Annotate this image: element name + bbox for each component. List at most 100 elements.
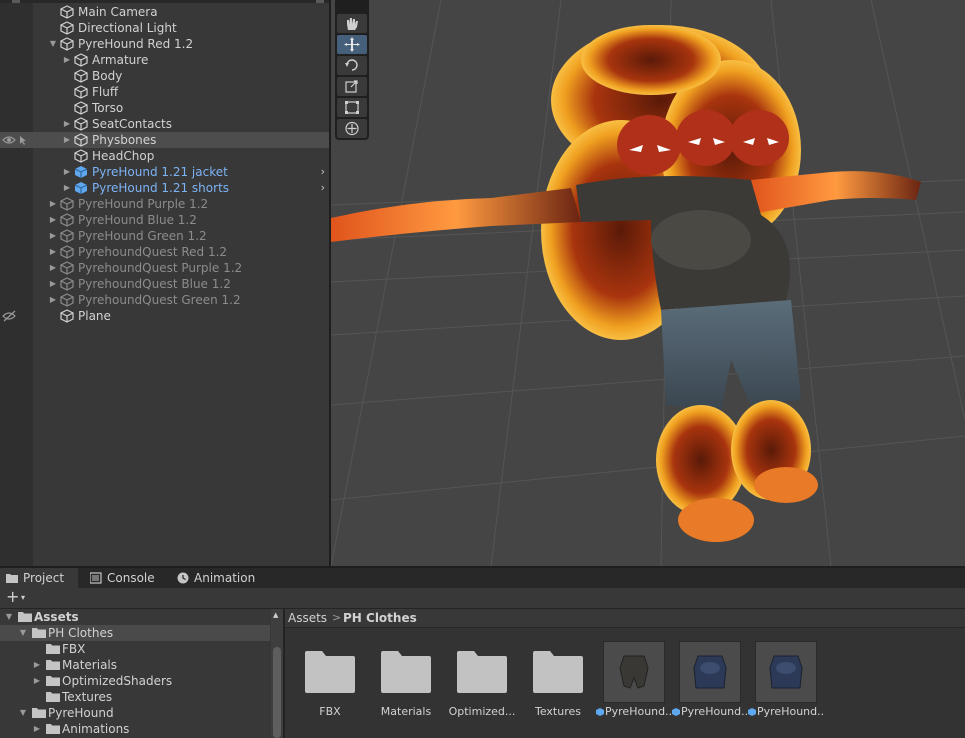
asset-folder-item[interactable]: Optimized... — [444, 641, 520, 737]
gameobject-cube-icon — [60, 309, 74, 323]
tab-project[interactable]: Project — [0, 568, 78, 588]
expand-right-icon[interactable]: ▶ — [62, 132, 72, 148]
asset-folder-item[interactable]: Materials — [368, 641, 444, 737]
hierarchy-row[interactable]: ▶ PyrehoundQuest Red 1.2 — [0, 244, 329, 260]
folder-tree-item-label: OptimizedShaders — [62, 674, 173, 688]
bottom-tab-bar: Project Console Animation — [0, 568, 965, 588]
tab-animation[interactable]: Animation — [171, 568, 261, 588]
hierarchy-row[interactable]: ▶ PyreHound Blue 1.2 — [0, 212, 329, 228]
expand-right-icon[interactable]: ▶ — [48, 292, 58, 308]
hierarchy-row-label: PyrehoundQuest Blue 1.2 — [78, 277, 231, 291]
gameobject-cube-icon — [74, 117, 88, 131]
breadcrumb-current[interactable]: PH Clothes — [343, 609, 417, 627]
create-asset-button[interactable]: + — [6, 588, 19, 606]
asset-prefab-item[interactable]: PyreHound... — [596, 641, 672, 737]
hierarchy-row[interactable]: Main Camera — [0, 4, 329, 20]
scroll-up-icon[interactable]: ▲ — [273, 611, 278, 619]
asset-name-text: Materials — [380, 705, 432, 718]
hidden-eye-icon[interactable] — [2, 308, 30, 324]
hierarchy-row[interactable]: ▶ PyrehoundQuest Purple 1.2 — [0, 260, 329, 276]
hand-tool-button[interactable] — [337, 14, 367, 33]
folder-tree-item[interactable]: Textures — [0, 689, 270, 705]
expand-right-icon[interactable]: ▶ — [32, 673, 42, 689]
expand-down-icon[interactable]: ▼ — [18, 705, 28, 721]
prefab-open-chevron-icon[interactable]: › — [321, 164, 325, 180]
hierarchy-row[interactable]: ▶ PyreHound Purple 1.2 — [0, 196, 329, 212]
asset-name: FBX — [292, 705, 368, 718]
hierarchy-toolbar-button[interactable] — [12, 0, 20, 3]
hierarchy-row[interactable]: Torso — [0, 100, 329, 116]
folder-tree-item-label: PyreHound — [48, 706, 114, 720]
hierarchy-row[interactable]: ▶ PyrehoundQuest Green 1.2 — [0, 292, 329, 308]
expand-down-icon[interactable]: ▼ — [4, 609, 14, 625]
hierarchy-row-label: PyreHound Purple 1.2 — [78, 197, 209, 211]
rotate-tool-button[interactable] — [337, 56, 367, 75]
folder-icon — [46, 660, 60, 670]
hierarchy-row[interactable]: Body — [0, 68, 329, 84]
hierarchy-row[interactable]: ▶ PyrehoundQuest Blue 1.2 — [0, 276, 329, 292]
gameobject-cube-icon — [74, 53, 88, 67]
expand-right-icon[interactable]: ▶ — [32, 721, 42, 737]
hierarchy-row[interactable]: ▶ Armature — [0, 52, 329, 68]
hierarchy-row[interactable]: Directional Light — [0, 20, 329, 36]
expand-right-icon[interactable]: ▶ — [62, 116, 72, 132]
hierarchy-row[interactable]: Plane — [0, 308, 329, 324]
hierarchy-row[interactable]: ▶ SeatContacts — [0, 116, 329, 132]
hierarchy-row[interactable]: ▶ PyreHound Green 1.2 — [0, 228, 329, 244]
hierarchy-row[interactable]: ▶ Physbones — [0, 132, 329, 148]
rect-tool-button[interactable] — [337, 98, 367, 117]
chevron-down-icon[interactable]: ▾ — [21, 588, 25, 608]
gameobject-cube-icon — [60, 21, 74, 35]
scene-view[interactable] — [331, 0, 965, 566]
hierarchy-row[interactable]: ▶ PyreHound 1.21 jacket › — [0, 164, 329, 180]
folder-tree-item[interactable]: ▶ Materials — [0, 657, 270, 673]
folder-tree-item[interactable]: ▼ PyreHound — [0, 705, 270, 721]
hierarchy-menu-button[interactable] — [316, 0, 324, 3]
breadcrumb-assets[interactable]: Assets — [288, 609, 327, 627]
scrollbar-thumb[interactable] — [273, 647, 281, 738]
folder-tree-item[interactable]: ▼ Assets — [0, 609, 270, 625]
expand-right-icon[interactable]: ▶ — [62, 164, 72, 180]
expand-right-icon[interactable]: ▶ — [48, 276, 58, 292]
move-icon — [344, 37, 360, 52]
scene-tool-palette — [335, 0, 369, 140]
expand-right-icon[interactable]: ▶ — [48, 228, 58, 244]
folder-tree-item[interactable]: ▼ PH Clothes — [0, 625, 270, 641]
folder-tree-item[interactable]: FBX — [0, 641, 270, 657]
asset-folder-item[interactable]: FBX — [292, 641, 368, 737]
folder-tree-scrollbar[interactable]: ▲ — [271, 609, 283, 738]
asset-prefab-item[interactable]: PyreHound... — [748, 641, 824, 737]
expand-right-icon[interactable]: ▶ — [48, 260, 58, 276]
tab-console[interactable]: Console — [84, 568, 166, 588]
gameobject-cube-icon — [74, 69, 88, 83]
visibility-eye-icon[interactable] — [2, 132, 30, 148]
project-folder-tree: ▼ Assets ▼ PH Clothes FBX ▶ Materials ▶ Optimize… — [0, 609, 283, 738]
expand-right-icon[interactable]: ▶ — [62, 52, 72, 68]
hierarchy-row[interactable]: ▼ PyreHound Red 1.2 — [0, 36, 329, 52]
asset-prefab-item[interactable]: PyreHound... — [672, 641, 748, 737]
hierarchy-row[interactable]: Fluff — [0, 84, 329, 100]
hierarchy-row[interactable]: HeadChop — [0, 148, 329, 164]
asset-name: PyreHound... — [596, 705, 672, 718]
expand-right-icon[interactable]: ▶ — [48, 212, 58, 228]
asset-folder-item[interactable]: Textures — [520, 641, 596, 737]
expand-right-icon[interactable]: ▶ — [62, 180, 72, 196]
expand-down-icon[interactable]: ▼ — [18, 625, 28, 641]
move-tool-button[interactable] — [337, 35, 367, 54]
expand-right-icon[interactable]: ▶ — [32, 657, 42, 673]
folder-tree-item[interactable]: ▶ Animations — [0, 721, 270, 737]
scale-tool-button[interactable] — [337, 77, 367, 96]
project-toolbar: + ▾ — [0, 588, 965, 609]
prefab-open-chevron-icon[interactable]: › — [321, 180, 325, 196]
expand-down-icon[interactable]: ▼ — [48, 36, 58, 52]
expand-right-icon[interactable]: ▶ — [48, 196, 58, 212]
asset-name-text: PyreHound... — [605, 705, 672, 718]
hierarchy-row[interactable]: ▶ PyreHound 1.21 shorts › — [0, 180, 329, 196]
expand-right-icon[interactable]: ▶ — [48, 244, 58, 260]
hierarchy-panel: Main Camera Directional Light ▼ PyreHound R… — [0, 0, 329, 566]
hierarchy-row-label: Plane — [78, 309, 111, 323]
folder-icon — [305, 651, 355, 693]
transform-tool-button[interactable] — [337, 119, 367, 138]
hand-icon — [347, 18, 358, 30]
folder-tree-item[interactable]: ▶ OptimizedShaders — [0, 673, 270, 689]
